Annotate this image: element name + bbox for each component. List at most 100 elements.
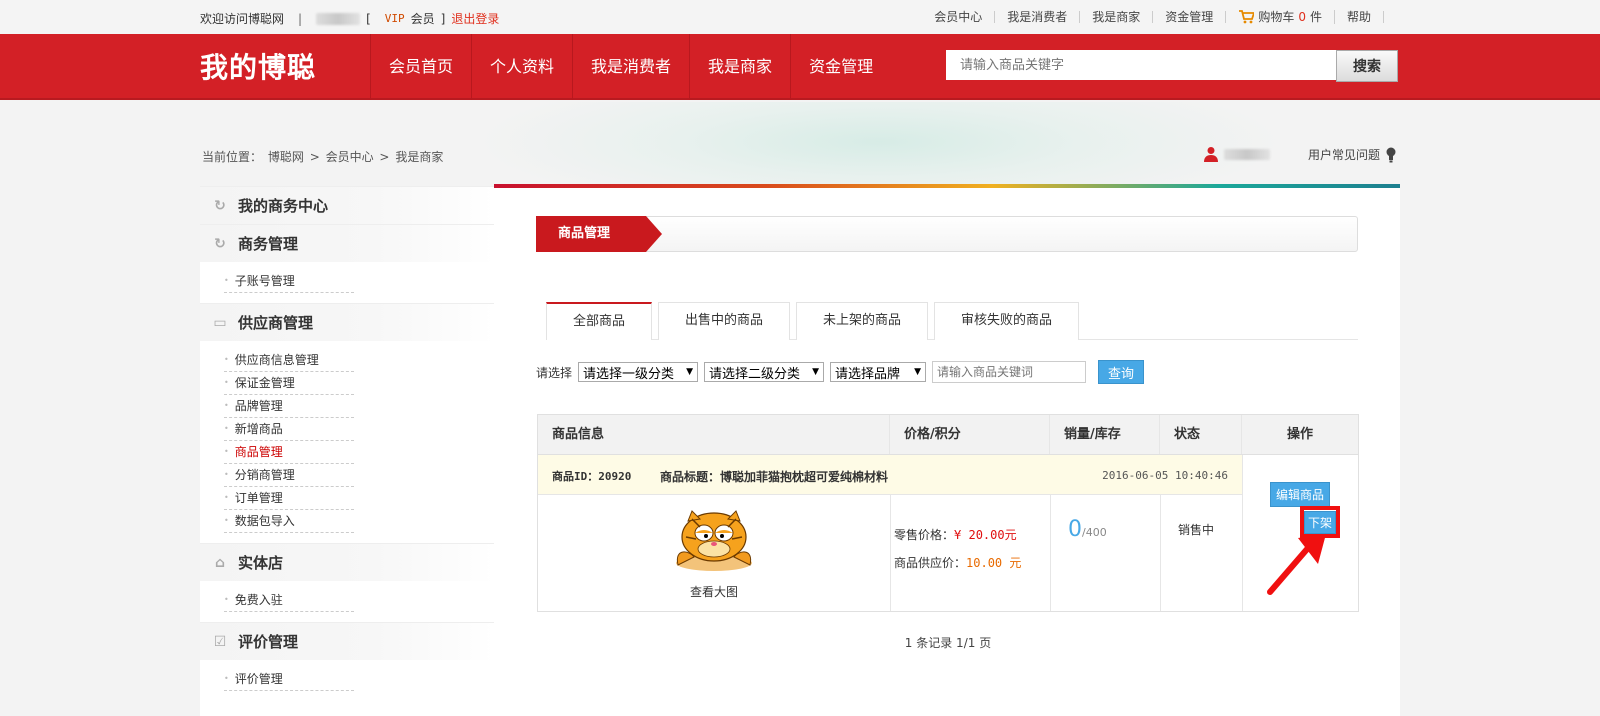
sidebar-item-free-entry[interactable]: 免费入驻 — [224, 589, 354, 612]
nav-member-home[interactable]: 会员首页 — [370, 34, 471, 100]
tab-review-failed[interactable]: 审核失败的商品 — [934, 302, 1080, 340]
top-bar: 欢迎访问博聪网 | [ VIP 会员 ] 退出登录 会员中心 我是消费者 我是商… — [0, 0, 1600, 34]
sidebar-item-product-management[interactable]: 商品管理 — [224, 441, 354, 464]
top-bar-links: 会员中心 我是消费者 我是商家 资金管理 购物车 0 件 帮助 — [922, 10, 1384, 24]
category2-select[interactable]: 请选择二级分类 ▼ — [704, 362, 825, 382]
sidebar-item-new-product[interactable]: 新增商品 — [224, 418, 354, 441]
header-price: 价格/积分 — [890, 415, 1050, 454]
table-row-header: 商品ID：20920 商品标题：博聪加菲猫抱枕超可爱纯棉材料 2016-06-0… — [538, 455, 1242, 495]
page-title: 商品管理 — [536, 216, 662, 252]
logout-link[interactable]: 退出登录 — [451, 10, 499, 27]
breadcrumb-sep: > — [379, 150, 390, 164]
sidebar-section-review[interactable]: ☑ 评价管理 — [200, 622, 494, 660]
cart-link[interactable]: 购物车 0 件 — [1226, 10, 1335, 24]
search-input[interactable] — [946, 50, 1336, 80]
nav-profile[interactable]: 个人资料 — [471, 34, 572, 100]
search-button[interactable]: 搜索 — [1336, 50, 1398, 82]
site-logo[interactable]: 我的博聪 — [200, 46, 316, 86]
supplier-submenu: 供应商信息管理 保证金管理 品牌管理 新增商品 商品管理 分销商管理 订单管理 … — [200, 341, 494, 543]
product-id: 商品ID：20920 — [552, 470, 632, 483]
select-value: 请选择一级分类 — [583, 366, 675, 382]
select-value: 请选择品牌 — [835, 366, 901, 382]
sidebar-item-distributors[interactable]: 分销商管理 — [224, 464, 354, 487]
supply-price-label: 商品供应价： — [894, 556, 967, 570]
stock-count: /400 — [1082, 526, 1107, 539]
edit-product-button[interactable]: 编辑商品 — [1270, 482, 1331, 507]
banner-background — [0, 102, 1600, 188]
refresh-icon: ↻ — [214, 235, 226, 252]
business-submenu: 子账号管理 — [200, 262, 494, 303]
sidebar-section-supplier[interactable]: ▭ 供应商管理 — [200, 303, 494, 341]
price-cell: 零售价格：¥ 20.00元 商品供应价：10.00 元 — [894, 521, 1021, 577]
category1-select[interactable]: 请选择一级分类 ▼ — [578, 362, 699, 382]
sidebar-section-business[interactable]: ↻ 商务管理 — [200, 224, 494, 262]
consumer-link[interactable]: 我是消费者 — [995, 11, 1081, 23]
cart-unit: 件 — [1309, 10, 1322, 24]
user-info[interactable] — [1204, 146, 1270, 162]
annotation-arrow-icon — [1267, 534, 1326, 595]
rainbow-divider — [494, 184, 1400, 188]
keyword-input[interactable] — [932, 361, 1087, 383]
nav-consumer[interactable]: 我是消费者 — [572, 34, 689, 100]
cart-count: 0 — [1298, 10, 1306, 24]
lightbulb-icon — [1386, 147, 1396, 162]
product-image-cell: 查看大图 — [538, 495, 890, 611]
supply-price: 10.00 元 — [966, 556, 1022, 570]
breadcrumb-home[interactable]: 博聪网 — [268, 150, 304, 164]
select-value: 请选择二级分类 — [709, 366, 801, 382]
nav-merchant[interactable]: 我是商家 — [689, 34, 790, 100]
user-name-blurred — [1224, 148, 1270, 160]
tab-all-products[interactable]: 全部商品 — [546, 302, 653, 340]
tab-on-sale[interactable]: 出售中的商品 — [658, 302, 791, 340]
breadcrumb-member-center[interactable]: 会员中心 — [326, 150, 374, 164]
vip-badge: VIP — [384, 12, 405, 25]
dropdown-arrow-icon: ▼ — [686, 367, 694, 377]
section-title: 实体店 — [238, 554, 284, 572]
off-shelf-button[interactable]: 下架 — [1304, 510, 1336, 534]
faq-link[interactable]: 用户常见问题 — [1308, 146, 1396, 163]
sidebar-item-supplier-info[interactable]: 供应商信息管理 — [224, 349, 354, 372]
brand-select[interactable]: 请选择品牌 ▼ — [830, 362, 927, 382]
product-thumbnail[interactable] — [670, 507, 758, 571]
top-divider: | — [298, 11, 303, 26]
view-large-image-link[interactable]: 查看大图 — [538, 583, 890, 600]
header-sales-stock: 销量/库存 — [1050, 415, 1160, 454]
help-link[interactable]: 帮助 — [1335, 11, 1384, 23]
main-header: 我的博聪 会员首页 个人资料 我是消费者 我是商家 资金管理 搜索 — [0, 34, 1600, 100]
table-header: 商品信息 价格/积分 销量/库存 状态 操作 — [538, 415, 1358, 455]
sales-count: 0 — [1068, 517, 1082, 542]
sidebar-item-review-management[interactable]: 评价管理 — [224, 668, 354, 691]
query-button[interactable]: 查询 — [1098, 360, 1145, 384]
header-status: 状态 — [1160, 415, 1242, 454]
product-date: 2016-06-05 10:40:46 — [1102, 469, 1228, 482]
sidebar: ↻ 我的商务中心 ↻ 商务管理 子账号管理 ▭ 供应商管理 供应商信息管理 保证… — [200, 186, 494, 716]
merchant-link[interactable]: 我是商家 — [1080, 11, 1154, 23]
sales-stock-cell: 0/400 — [1068, 517, 1107, 542]
funds-link[interactable]: 资金管理 — [1153, 11, 1227, 23]
store-icon: ⌂ — [214, 554, 226, 571]
nav-funds[interactable]: 资金管理 — [790, 34, 891, 100]
cell-divider — [890, 495, 891, 611]
retail-price-label: 零售价格： — [894, 528, 955, 542]
cart-icon — [1239, 10, 1255, 24]
sidebar-section-store[interactable]: ⌂ 实体店 — [200, 543, 494, 581]
sidebar-item-brand[interactable]: 品牌管理 — [224, 395, 354, 418]
member-center-link[interactable]: 会员中心 — [922, 11, 996, 23]
tab-not-listed[interactable]: 未上架的商品 — [796, 302, 929, 340]
cell-divider — [1050, 495, 1051, 611]
sidebar-item-deposit[interactable]: 保证金管理 — [224, 372, 354, 395]
sidebar-item-orders[interactable]: 订单管理 — [224, 487, 354, 510]
username-blurred — [316, 12, 361, 25]
faq-label: 用户常见问题 — [1308, 148, 1381, 162]
breadcrumb: 当前位置： 博聪网 > 会员中心 > 我是商家 — [200, 148, 443, 165]
status-badge: 销售中 — [1178, 523, 1215, 537]
refresh-icon: ↻ — [214, 197, 226, 214]
sidebar-item-sub-accounts[interactable]: 子账号管理 — [224, 270, 354, 293]
breadcrumb-merchant[interactable]: 我是商家 — [395, 150, 443, 164]
header-actions: 操作 — [1286, 427, 1313, 442]
user-icon — [1204, 147, 1218, 162]
cell-divider — [1160, 495, 1161, 611]
sidebar-item-data-import[interactable]: 数据包导入 — [224, 510, 354, 533]
sidebar-section-center[interactable]: ↻ 我的商务中心 — [200, 186, 494, 224]
filter-bar: 请选择 请选择一级分类 ▼ 请选择二级分类 ▼ 请选择品牌 ▼ 查询 — [536, 360, 1145, 384]
